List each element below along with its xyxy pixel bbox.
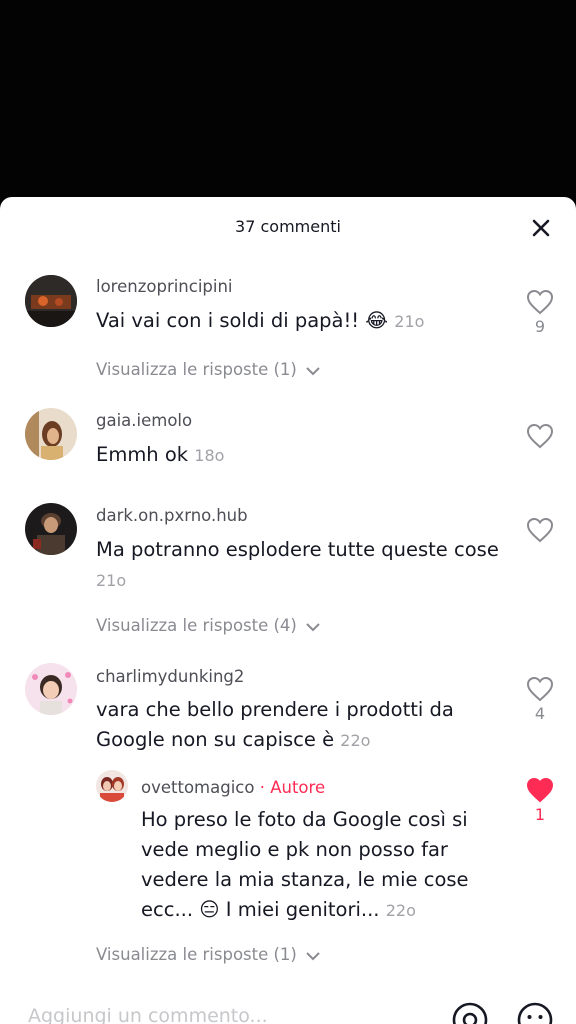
at-mention-icon[interactable] (451, 1001, 489, 1024)
avatar[interactable] (25, 408, 77, 460)
comment-count: 37 commenti (235, 217, 341, 236)
view-replies-button[interactable]: Visualizza le risposte (4) (96, 616, 322, 635)
comment-body: Vai vai con i soldi di papà!! 😂 (96, 309, 389, 332)
like-count: 1 (534, 805, 546, 824)
reply-time: 22o (385, 901, 416, 920)
comment-time: 22o (340, 731, 371, 750)
reply-username-text[interactable]: ovettomagico (141, 778, 254, 797)
comment-input[interactable]: Aggiungi un commento... (28, 1005, 268, 1024)
heart-icon (526, 676, 554, 702)
comment-body: Ma potranno esplodere tutte queste cose (96, 538, 499, 561)
close-icon (532, 219, 550, 237)
author-separator: · (254, 778, 271, 797)
close-button[interactable] (528, 215, 554, 241)
chevron-down-icon (306, 951, 320, 960)
comments-header: 37 commenti (0, 197, 576, 257)
heart-icon (526, 517, 554, 543)
comment-body: vara che bello prendere i prodotti da Go… (96, 698, 454, 751)
reply-text: Ho preso le foto da Google così si vede … (141, 805, 511, 926)
like-count: 4 (534, 704, 546, 723)
comment-username[interactable]: charlimydunking2 (96, 667, 244, 686)
comment-username[interactable]: lorenzoprincipini (96, 277, 233, 296)
reply-username: ovettomagico · Autore (141, 778, 325, 797)
emoji-icon[interactable] (516, 1001, 554, 1024)
reply-body: Ho preso le foto da Google così si vede … (141, 808, 469, 921)
view-replies-label: Visualizza le risposte (4) (96, 616, 297, 635)
like-button[interactable]: 1 (522, 777, 558, 824)
avatar[interactable] (25, 503, 77, 555)
comment-time: 18o (194, 446, 225, 465)
view-replies-label: Visualizza le risposte (1) (96, 945, 297, 964)
like-button[interactable]: 4 (522, 676, 558, 723)
avatar[interactable] (25, 663, 77, 715)
like-button[interactable]: 9 (522, 289, 558, 336)
comment-time: 21o (394, 312, 425, 331)
comment-username[interactable]: gaia.iemolo (96, 411, 192, 430)
view-replies-button[interactable]: Visualizza le risposte (1) (96, 945, 322, 964)
comment-text: Ma potranno esplodere tutte queste cose … (96, 535, 506, 596)
chevron-down-icon (306, 622, 320, 631)
heart-filled-icon (526, 777, 554, 803)
avatar[interactable] (25, 275, 77, 327)
comment-text: Vai vai con i soldi di papà!! 😂 21o (96, 306, 496, 337)
comment-time: 21o (96, 571, 127, 590)
avatar[interactable] (96, 770, 128, 802)
like-count: 9 (534, 317, 546, 336)
view-replies-label: Visualizza le risposte (1) (96, 360, 297, 379)
like-button[interactable] (522, 517, 558, 543)
like-button[interactable] (522, 423, 558, 449)
chevron-down-icon (306, 366, 320, 375)
heart-icon (526, 423, 554, 449)
view-replies-button[interactable]: Visualizza le risposte (1) (96, 360, 322, 379)
comments-sheet: 37 commenti lorenzoprincipini Vai vai co… (0, 197, 576, 1024)
comment-text: Emmh ok 18o (96, 440, 496, 471)
author-badge: Autore (270, 778, 326, 797)
comment-text: vara che bello prendere i prodotti da Go… (96, 695, 506, 756)
comment-input-bar: Aggiungi un commento... (0, 997, 576, 1024)
heart-icon (526, 289, 554, 315)
comment-body: Emmh ok (96, 443, 189, 466)
comment-username[interactable]: dark.on.pxrno.hub (96, 506, 248, 525)
video-background (0, 0, 576, 200)
